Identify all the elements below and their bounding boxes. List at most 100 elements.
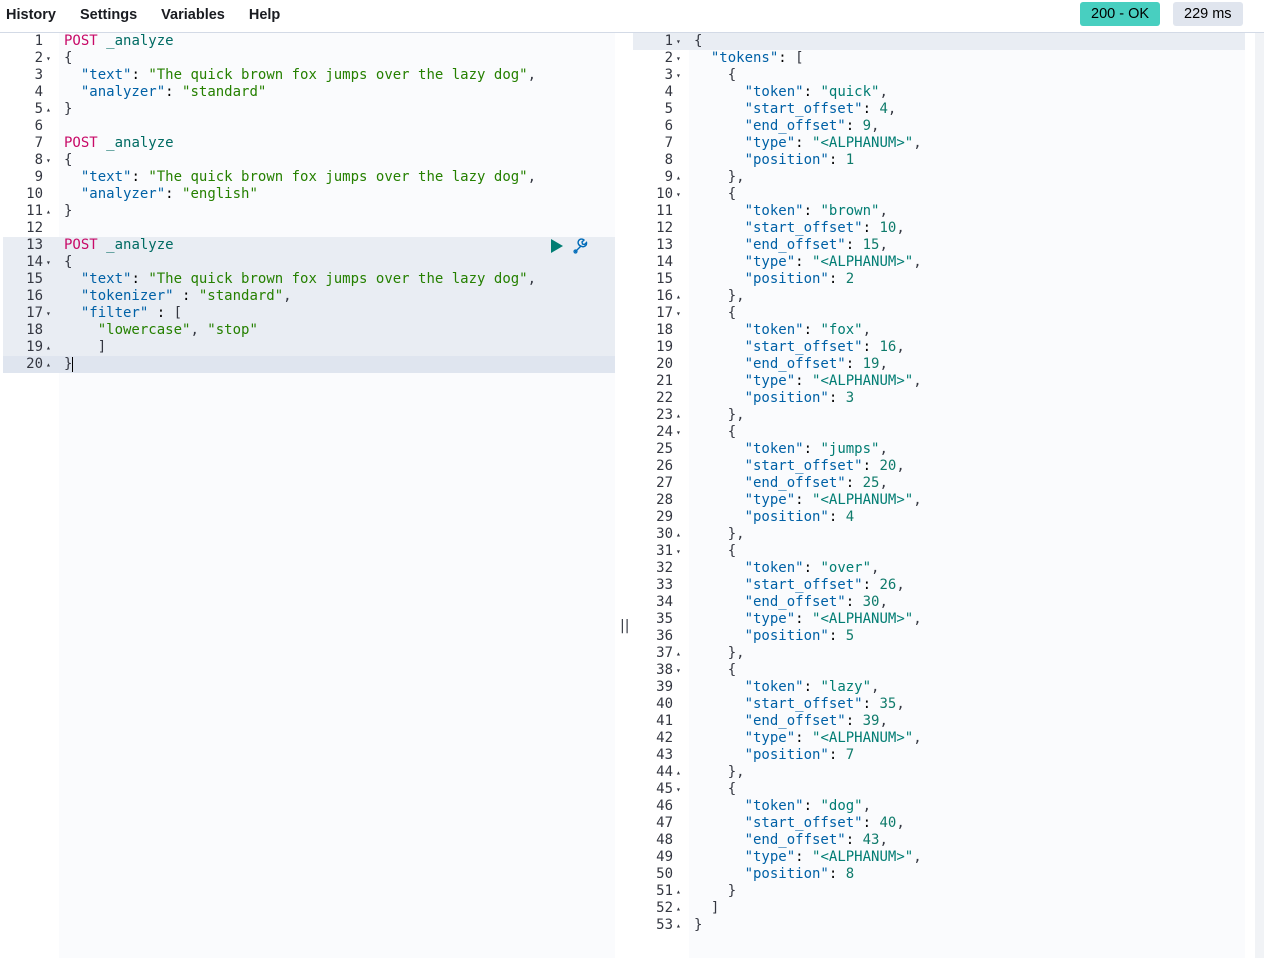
code-line[interactable]: 5 ▴} (3, 101, 615, 118)
code-line[interactable]: 11 ▴} (3, 203, 615, 220)
chevron-down-icon[interactable]: ▾ (676, 186, 686, 203)
chevron-down-icon[interactable]: ▾ (676, 543, 686, 560)
code-line[interactable]: 3 ▾ { (633, 67, 1245, 84)
code-line[interactable]: 44 ▴ }, (633, 764, 1245, 781)
code-line[interactable]: 25 "token": "jumps", (633, 441, 1245, 458)
code-line[interactable]: 52 ▴ ] (633, 900, 1245, 917)
code-line[interactable]: 21 "type": "<ALPHANUM>", (633, 373, 1245, 390)
code-line[interactable]: 18 "lowercase", "stop" (3, 322, 615, 339)
code-line[interactable]: 36 "position": 5 (633, 628, 1245, 645)
code-line[interactable]: 39 "token": "lazy", (633, 679, 1245, 696)
chevron-up-icon[interactable]: ▴ (676, 764, 686, 781)
code-line[interactable]: 28 "type": "<ALPHANUM>", (633, 492, 1245, 509)
chevron-up-icon[interactable]: ▴ (676, 288, 686, 305)
code-line[interactable]: 9 "text": "The quick brown fox jumps ove… (3, 169, 615, 186)
menu-history[interactable]: History (6, 7, 56, 23)
code-line[interactable]: 10 "analyzer": "english" (3, 186, 615, 203)
code-line[interactable]: 31 ▾ { (633, 543, 1245, 560)
code-line[interactable]: 13 "end_offset": 15, (633, 237, 1245, 254)
code-line[interactable]: 32 "token": "over", (633, 560, 1245, 577)
chevron-down-icon[interactable]: ▾ (676, 305, 686, 322)
code-line[interactable]: 37 ▴ }, (633, 645, 1245, 662)
code-line[interactable]: 2 ▾ "tokens": [ (633, 50, 1245, 67)
code-line[interactable]: 34 "end_offset": 30, (633, 594, 1245, 611)
chevron-up-icon[interactable]: ▴ (676, 645, 686, 662)
code-line[interactable]: 51 ▴ } (633, 883, 1245, 900)
code-line[interactable]: 18 "token": "fox", (633, 322, 1245, 339)
code-line[interactable]: 1 ▾ { (633, 33, 1245, 50)
code-line[interactable]: 2 ▾ { (3, 50, 615, 67)
code-line[interactable]: 43 "position": 7 (633, 747, 1245, 764)
code-line[interactable]: 1 POST _analyze (3, 33, 615, 50)
response-scrollbar[interactable] (1255, 33, 1264, 958)
chevron-up-icon[interactable]: ▴ (676, 900, 686, 917)
code-line[interactable]: 41 "end_offset": 39, (633, 713, 1245, 730)
code-line[interactable]: 4 "token": "quick", (633, 84, 1245, 101)
code-line[interactable]: 7 POST _analyze (3, 135, 615, 152)
code-line[interactable]: 6 "end_offset": 9, (633, 118, 1245, 135)
code-line[interactable]: 24 ▾ { (633, 424, 1245, 441)
chevron-up-icon[interactable]: ▴ (46, 356, 56, 373)
code-line[interactable]: 29 "position": 4 (633, 509, 1245, 526)
code-line[interactable]: 9 ▴ }, (633, 169, 1245, 186)
chevron-up-icon[interactable]: ▴ (676, 169, 686, 186)
code-line[interactable]: 50 "position": 8 (633, 866, 1245, 883)
chevron-down-icon[interactable]: ▾ (46, 254, 56, 271)
chevron-up-icon[interactable]: ▴ (676, 883, 686, 900)
code-line[interactable]: 19 "start_offset": 16, (633, 339, 1245, 356)
code-line[interactable]: 35 "type": "<ALPHANUM>", (633, 611, 1245, 628)
chevron-up-icon[interactable]: ▴ (676, 917, 686, 934)
code-line[interactable]: 53 ▴} (633, 917, 1245, 934)
play-icon[interactable] (551, 239, 563, 253)
chevron-up-icon[interactable]: ▴ (676, 407, 686, 424)
menu-settings[interactable]: Settings (80, 7, 137, 23)
code-line[interactable]: 49 "type": "<ALPHANUM>", (633, 849, 1245, 866)
request-editor[interactable]: 1 POST _analyze 2 ▾{3 "text": "The quick br… (3, 33, 615, 958)
code-line[interactable]: 8 "position": 1 (633, 152, 1245, 169)
response-viewer[interactable]: 1 ▾{2 ▾ "tokens": [3 ▾ {4 "token": "quick",… (633, 33, 1245, 958)
chevron-up-icon[interactable]: ▴ (46, 203, 56, 220)
code-line[interactable]: 20 "end_offset": 19, (633, 356, 1245, 373)
code-line[interactable]: 27 "end_offset": 25, (633, 475, 1245, 492)
chevron-up-icon[interactable]: ▴ (46, 339, 56, 356)
code-line[interactable]: 15 "text": "The quick brown fox jumps ov… (3, 271, 615, 288)
code-line[interactable]: 7 "type": "<ALPHANUM>", (633, 135, 1245, 152)
code-line[interactable]: 6 (3, 118, 615, 135)
wrench-icon[interactable] (572, 237, 590, 260)
code-line[interactable]: 42 "type": "<ALPHANUM>", (633, 730, 1245, 747)
chevron-down-icon[interactable]: ▾ (46, 50, 56, 67)
code-line[interactable]: 17 ▾ { (633, 305, 1245, 322)
code-line[interactable]: 16 "tokenizer" : "standard", (3, 288, 615, 305)
chevron-up-icon[interactable]: ▴ (676, 526, 686, 543)
code-line[interactable]: 47 "start_offset": 40, (633, 815, 1245, 832)
code-line[interactable]: 13 POST _analyze (3, 237, 615, 254)
code-line[interactable]: 14 "type": "<ALPHANUM>", (633, 254, 1245, 271)
code-line[interactable]: 3 "text": "The quick brown fox jumps ove… (3, 67, 615, 84)
chevron-up-icon[interactable]: ▴ (46, 101, 56, 118)
code-line[interactable]: 12 "start_offset": 10, (633, 220, 1245, 237)
pane-divider[interactable] (617, 33, 631, 958)
chevron-down-icon[interactable]: ▾ (676, 50, 686, 67)
code-line[interactable]: 46 "token": "dog", (633, 798, 1245, 815)
code-line[interactable]: 48 "end_offset": 43, (633, 832, 1245, 849)
menu-help[interactable]: Help (249, 7, 280, 23)
code-line[interactable]: 19 ▴ ] (3, 339, 615, 356)
chevron-down-icon[interactable]: ▾ (676, 424, 686, 441)
chevron-down-icon[interactable]: ▾ (46, 305, 56, 322)
menu-variables[interactable]: Variables (161, 7, 225, 23)
code-line[interactable]: 14 ▾ { (3, 254, 615, 271)
chevron-down-icon[interactable]: ▾ (676, 33, 686, 50)
code-line[interactable]: 11 "token": "brown", (633, 203, 1245, 220)
code-line[interactable]: 16 ▴ }, (633, 288, 1245, 305)
chevron-down-icon[interactable]: ▾ (676, 662, 686, 679)
code-line[interactable]: 15 "position": 2 (633, 271, 1245, 288)
code-line[interactable]: 45 ▾ { (633, 781, 1245, 798)
code-line[interactable]: 22 "position": 3 (633, 390, 1245, 407)
chevron-down-icon[interactable]: ▾ (676, 781, 686, 798)
chevron-down-icon[interactable]: ▾ (46, 152, 56, 169)
code-line[interactable]: 38 ▾ { (633, 662, 1245, 679)
code-line[interactable]: 12 (3, 220, 615, 237)
code-line[interactable]: 17 ▾ "filter" : [ (3, 305, 615, 322)
code-line[interactable]: 4 "analyzer": "standard" (3, 84, 615, 101)
code-line[interactable]: 10 ▾ { (633, 186, 1245, 203)
